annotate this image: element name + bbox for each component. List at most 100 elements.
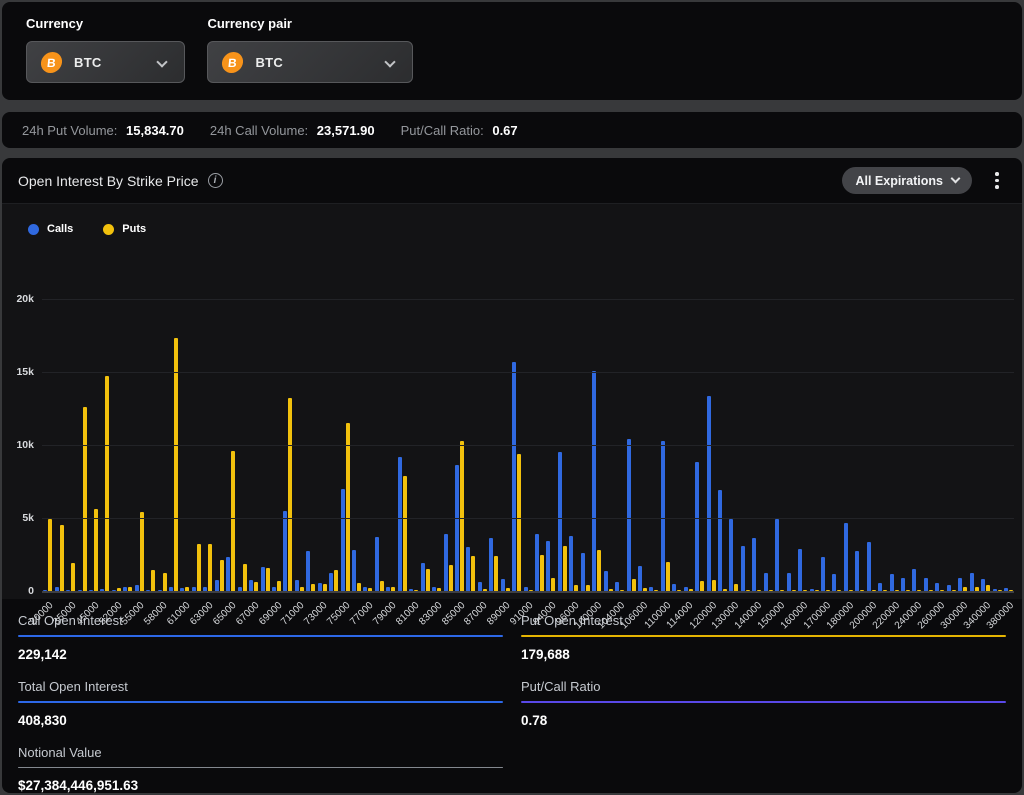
put-bar: [163, 573, 167, 591]
put-bar: [517, 454, 521, 591]
call-bar: [752, 538, 756, 591]
call-bar: [604, 571, 608, 591]
call-bar: [341, 489, 345, 591]
call-bar: [970, 573, 974, 591]
call-bar: [832, 574, 836, 591]
call-bar: [535, 534, 539, 591]
x-tick-label: 87000: [463, 600, 490, 627]
call-bar: [444, 534, 448, 591]
put-bar: [243, 564, 247, 591]
put-bar: [83, 407, 87, 591]
pc-ratio-divider: [521, 701, 1006, 703]
call-bar: [924, 578, 928, 591]
put-bar: [346, 423, 350, 591]
x-tick-label: 69000: [257, 600, 284, 627]
expirations-dropdown[interactable]: All Expirations: [842, 167, 972, 194]
put-volume-stat: 24h Put Volume: 15,834.70: [22, 123, 184, 138]
put-bar: [208, 544, 212, 591]
put-call-ratio-stat: Put/Call Ratio: 0.67: [401, 123, 518, 138]
currency-label: Currency: [26, 16, 185, 31]
call-bar: [569, 536, 573, 591]
call-volume-stat: 24h Call Volume: 23,571.90: [210, 123, 375, 138]
call-bar: [306, 551, 310, 591]
put-bar: [734, 584, 738, 591]
chevron-down-icon: [385, 56, 396, 67]
legend-calls[interactable]: Calls: [28, 223, 73, 235]
x-tick-label: 67000: [234, 600, 261, 627]
currency-filter: Currency B BTC: [26, 16, 185, 83]
put-bar: [449, 565, 453, 591]
call-bar: [512, 362, 516, 591]
y-tick-label: 0: [28, 585, 34, 597]
put-call-ratio-summary: Put/Call Ratio 0.78: [521, 679, 1006, 728]
x-tick-label: 61000: [165, 600, 192, 627]
put-bar: [174, 338, 178, 591]
x-tick-label: 83000: [417, 600, 444, 627]
volume-stats-bar: 24h Put Volume: 15,834.70 24h Call Volum…: [2, 112, 1022, 148]
put-bar: [323, 584, 327, 591]
put-bar: [231, 451, 235, 591]
put-bar: [712, 580, 716, 591]
currency-pair-filter: Currency pair B BTC: [207, 16, 413, 83]
bar-chart-plot[interactable]: 05k10k15k20k: [42, 299, 1014, 591]
put-bar: [105, 376, 109, 591]
call-bar: [707, 396, 711, 591]
call-bar: [226, 557, 230, 591]
calls-dot-icon: [28, 224, 39, 235]
notional-value-text: $27,384,446,951.63: [18, 778, 503, 793]
chart-header: Open Interest By Strike Price i All Expi…: [2, 158, 1022, 204]
put-bar: [700, 581, 704, 591]
call-oi-value: 229,142: [18, 647, 503, 662]
put-bar: [94, 509, 98, 591]
put-bar: [220, 560, 224, 591]
call-bar: [421, 563, 425, 591]
legend-puts[interactable]: Puts: [103, 223, 146, 235]
call-bar: [478, 582, 482, 591]
call-bar: [764, 573, 768, 591]
put-bar: [357, 583, 361, 591]
call-bar: [775, 519, 779, 591]
notional-value: Notional Value $27,384,446,951.63: [18, 745, 503, 793]
call-bar: [729, 519, 733, 591]
total-open-interest: Total Open Interest 408,830: [18, 679, 503, 728]
call-bar: [878, 583, 882, 591]
call-bar: [821, 557, 825, 591]
open-interest-panel: Open Interest By Strike Price i All Expi…: [2, 158, 1022, 793]
put-bar: [151, 570, 155, 591]
call-bar: [638, 566, 642, 591]
currency-pair-dropdown[interactable]: B BTC: [207, 41, 413, 83]
notional-label: Notional Value: [18, 745, 503, 760]
y-tick-label: 15k: [16, 366, 34, 378]
call-bar: [501, 579, 505, 591]
call-bar: [981, 579, 985, 591]
put-bar: [334, 570, 338, 591]
x-tick-label: 71000: [280, 600, 307, 627]
chart-legend: Calls Puts: [2, 218, 1022, 240]
filter-panel: Currency B BTC Currency pair B BTC: [2, 2, 1022, 100]
call-bar: [455, 465, 459, 591]
call-bar: [295, 580, 299, 591]
call-volume-label: 24h Call Volume:: [210, 123, 308, 138]
legend-puts-label: Puts: [122, 223, 146, 235]
kebab-menu-icon[interactable]: [988, 170, 1006, 192]
put-bar: [551, 578, 555, 591]
info-icon[interactable]: i: [208, 173, 223, 188]
currency-pair-value: BTC: [255, 55, 283, 70]
call-bar: [615, 582, 619, 591]
y-tick-label: 10k: [16, 439, 34, 451]
call-bar: [581, 553, 585, 591]
call-bar: [718, 490, 722, 591]
currency-dropdown[interactable]: B BTC: [26, 41, 185, 83]
put-oi-value: 179,688: [521, 647, 1006, 662]
x-tick-label: 75000: [325, 600, 352, 627]
puts-dot-icon: [103, 224, 114, 235]
call-bar: [787, 573, 791, 591]
call-bar: [890, 574, 894, 591]
put-bar: [48, 519, 52, 591]
call-volume-value: 23,571.90: [317, 123, 375, 138]
total-oi-value: 408,830: [18, 713, 503, 728]
put-bar: [140, 512, 144, 591]
call-bar: [855, 551, 859, 591]
y-tick-label: 5k: [22, 512, 34, 524]
put-bar: [471, 556, 475, 591]
